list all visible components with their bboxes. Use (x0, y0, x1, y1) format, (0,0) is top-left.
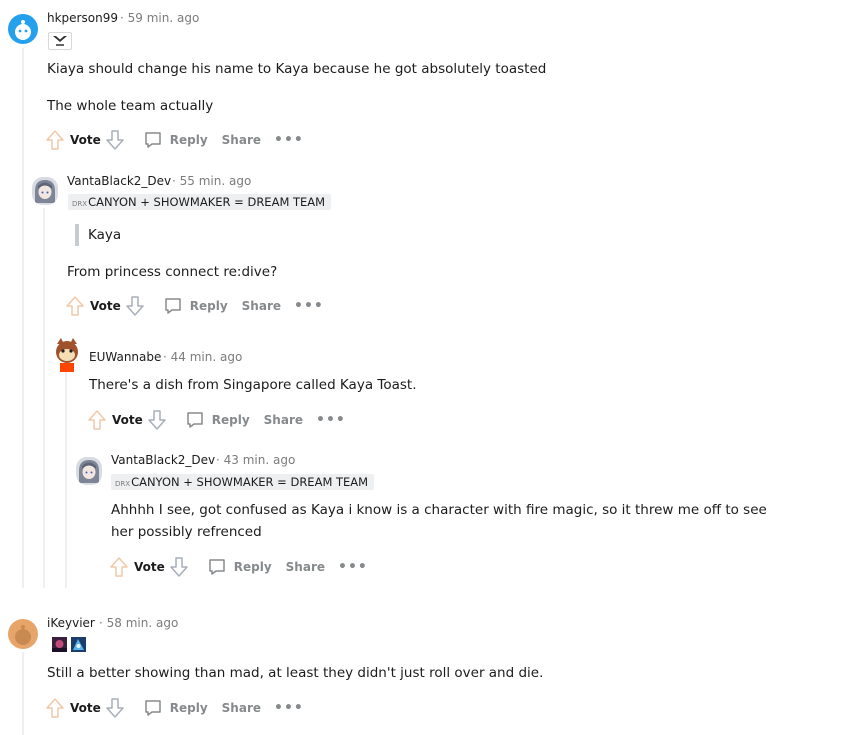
reply-label: Reply (211, 413, 250, 427)
more-options-button[interactable]: ••• (338, 559, 368, 575)
downvote-icon[interactable] (169, 556, 189, 578)
more-options-button[interactable]: ••• (316, 412, 346, 428)
comment-timestamp[interactable]: · 59 min. ago (120, 11, 199, 25)
snoo-avatar-icon (56, 338, 78, 372)
anime-avatar-icon (35, 180, 55, 203)
reply-label: Reply (169, 701, 208, 715)
upvote-icon[interactable] (109, 556, 129, 578)
drx-logo-icon: DRX (72, 200, 88, 208)
comment-actions: Vote Reply Share ••• (45, 695, 304, 721)
more-options-button[interactable]: ••• (294, 298, 324, 314)
upvote-icon[interactable] (45, 129, 65, 151)
comment-username[interactable]: iKeyvier (47, 616, 95, 630)
blockquote: Kaya (75, 224, 121, 246)
comment-text: her possibly refrenced (111, 524, 262, 540)
user-flair: DRXCANYON + SHOWMAKER = DREAM TEAM (68, 194, 332, 210)
reply-button[interactable]: Reply (143, 130, 208, 150)
comment-text: There's a dish from Singapore called Kay… (89, 377, 417, 393)
reply-button[interactable]: Reply (143, 698, 208, 718)
comment-timestamp[interactable]: · 44 min. ago (163, 350, 242, 364)
thread-line[interactable] (22, 48, 24, 588)
comment-username[interactable]: hkperson99 (47, 11, 118, 25)
avatar[interactable] (8, 619, 38, 649)
downvote-icon[interactable] (125, 295, 145, 317)
comment-text: Still a better showing than mad, at leas… (47, 665, 544, 681)
reply-button[interactable]: Reply (207, 557, 272, 577)
upvote-icon[interactable] (45, 697, 65, 719)
champion-portrait-icon (52, 637, 67, 652)
comment-actions: Vote Reply Share ••• (87, 407, 346, 433)
comment-actions: Vote Reply Share ••• (45, 127, 304, 153)
vote-count: Vote (90, 299, 121, 313)
share-button[interactable]: Share (264, 413, 303, 427)
comment-username[interactable]: EUWannabe (89, 350, 161, 364)
share-button[interactable]: Share (222, 133, 261, 147)
vote-count: Vote (70, 133, 101, 147)
comment-timestamp[interactable]: · 58 min. ago (99, 616, 178, 630)
anime-avatar-icon (79, 460, 99, 483)
downvote-icon[interactable] (105, 697, 125, 719)
comment-username[interactable]: VantaBlack2_Dev (67, 174, 171, 188)
speech-bubble-icon (165, 298, 181, 314)
thread-line[interactable] (43, 208, 45, 588)
reply-label: Reply (189, 299, 228, 313)
thread-line[interactable] (22, 652, 24, 735)
comment-text: From princess connect re:dive? (67, 264, 278, 280)
speech-bubble-icon (145, 132, 161, 148)
comment-text: The whole team actually (47, 98, 214, 114)
reply-button[interactable]: Reply (163, 296, 228, 316)
avatar[interactable] (76, 457, 102, 485)
speech-bubble-icon (209, 559, 225, 575)
downvote-icon[interactable] (105, 129, 125, 151)
comment-text: Ahhhh I see, got confused as Kaya i know… (111, 502, 767, 518)
vote-count: Vote (70, 701, 101, 715)
share-button[interactable]: Share (242, 299, 281, 313)
thread-line[interactable] (65, 372, 67, 588)
snoo-avatar-icon (15, 20, 31, 40)
flair-text: CANYON + SHOWMAKER = DREAM TEAM (88, 195, 326, 209)
comment-username[interactable]: VantaBlack2_Dev (111, 453, 215, 467)
avatar[interactable] (8, 14, 38, 44)
reply-button[interactable]: Reply (185, 410, 250, 430)
snoo-avatar-icon (15, 625, 31, 645)
comment-timestamp[interactable]: · 43 min. ago (216, 453, 295, 467)
vote-count: Vote (112, 413, 143, 427)
comment-actions: Vote Reply Share ••• (65, 293, 324, 319)
share-button[interactable]: Share (222, 701, 261, 715)
more-options-button[interactable]: ••• (274, 700, 304, 716)
more-options-button[interactable]: ••• (274, 132, 304, 148)
user-flair: DRXCANYON + SHOWMAKER = DREAM TEAM (111, 474, 375, 490)
downvote-icon[interactable] (147, 409, 167, 431)
comment-text: Kiaya should change his name to Kaya bec… (47, 61, 547, 77)
vote-count: Vote (134, 560, 165, 574)
comment-timestamp[interactable]: · 55 min. ago (172, 174, 251, 188)
speech-bubble-icon (145, 700, 161, 716)
reply-label: Reply (233, 560, 272, 574)
share-button[interactable]: Share (286, 560, 325, 574)
avatar[interactable] (32, 177, 58, 205)
upvote-icon[interactable] (87, 409, 107, 431)
flair-text: CANYON + SHOWMAKER = DREAM TEAM (131, 475, 369, 489)
comment-actions: Vote Reply Share ••• (109, 554, 368, 580)
champion-portrait-icon (71, 637, 86, 652)
speech-bubble-icon (187, 412, 203, 428)
upvote-icon[interactable] (65, 295, 85, 317)
reply-label: Reply (169, 133, 208, 147)
lgd-team-logo-icon (48, 32, 72, 50)
avatar[interactable] (52, 336, 82, 372)
drx-logo-icon: DRX (115, 480, 131, 488)
